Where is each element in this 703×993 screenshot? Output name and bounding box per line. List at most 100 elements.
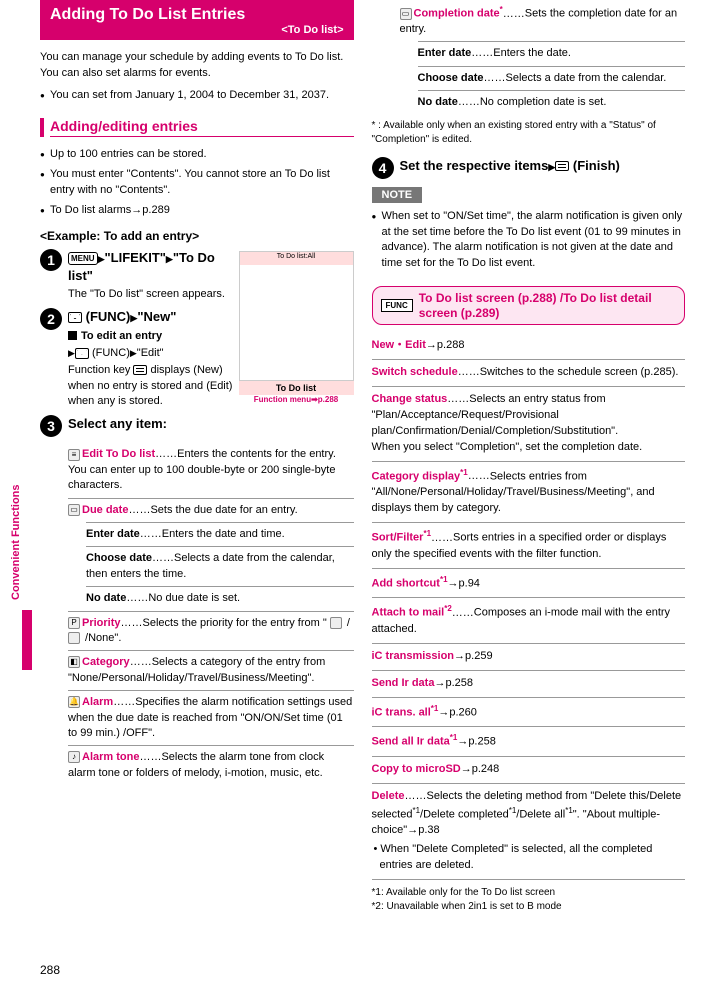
item-no-date-2: No date No completion date is set. bbox=[418, 90, 686, 114]
square-bullet-icon bbox=[68, 331, 77, 340]
item-choose-date: Choose dateSelects a date from the calen… bbox=[86, 546, 354, 586]
step-1-body: The "To Do list" screen appears. bbox=[68, 287, 233, 302]
item-no-date-title: No date bbox=[86, 592, 126, 604]
fn-sendir-ref: →p.258 bbox=[434, 677, 473, 689]
step4-text-b: (Finish) bbox=[573, 158, 620, 173]
dots-icon bbox=[452, 607, 474, 619]
step-4-title: Set the respective items (Finish) bbox=[400, 157, 686, 175]
item-alarm-tone: ♪Alarm toneSelects the alarm tone from c… bbox=[68, 745, 354, 785]
dots-icon bbox=[431, 532, 453, 544]
fn-shortcut-title: Add shortcut bbox=[372, 577, 440, 589]
fn-ictrans-title: iC transmission bbox=[372, 650, 455, 662]
side-tab-label: Convenient Functions bbox=[10, 485, 22, 601]
sub-bullet-2: You must enter "Contents". You cannot st… bbox=[40, 167, 354, 199]
dots-icon bbox=[130, 656, 152, 668]
dots-icon bbox=[458, 366, 480, 378]
dots-icon bbox=[468, 470, 490, 482]
dots-icon bbox=[126, 592, 148, 604]
fn-new-edit: New・Edit→p.288 bbox=[372, 333, 686, 360]
item-priority-desc-a: Selects the priority for the entry from … bbox=[143, 617, 330, 629]
fn-new-edit-title: New・Edit bbox=[372, 339, 426, 351]
fn-delete-title: Delete bbox=[372, 790, 405, 802]
fn-delete-sub-text: When "Delete Completed" is selected, all… bbox=[380, 843, 653, 871]
fn-sort-star: *1 bbox=[423, 529, 431, 538]
fn-icall-title: iC trans. all bbox=[372, 706, 431, 718]
dots-icon bbox=[405, 790, 427, 802]
dots-icon bbox=[484, 72, 506, 84]
fn-delete-s3: *1 bbox=[565, 806, 573, 815]
dots-icon bbox=[447, 393, 469, 405]
step2-editfunc: (FUNC) bbox=[92, 347, 130, 359]
fn-sort-title: Sort/Filter bbox=[372, 532, 424, 544]
fn-delete-d2: /Delete completed bbox=[420, 808, 509, 820]
fn-send-ir: Send Ir data→p.258 bbox=[372, 671, 686, 698]
dots-icon bbox=[155, 448, 177, 460]
dots-icon bbox=[471, 47, 493, 59]
left-column: Adding To Do List Entries <To Do list> Y… bbox=[40, 0, 354, 975]
item-edit-todo: ≡Edit To Do listEnters the contents for … bbox=[68, 443, 354, 497]
fn-sendir-title: Send Ir data bbox=[372, 677, 435, 689]
item-due-date: ▭Due dateSets the due date for an entry. bbox=[68, 498, 354, 522]
fn-catdisp-star: *1 bbox=[460, 468, 468, 477]
item-enter-date-title: Enter date bbox=[86, 528, 140, 540]
fn-change-status: Change statusSelects an entry status fro… bbox=[372, 387, 686, 462]
fn-switch-schedule: Switch scheduleSwitches to the schedule … bbox=[372, 360, 686, 387]
fn-icall-ref: →p.260 bbox=[438, 706, 477, 718]
right-column: ▭Completion date*Sets the completion dat… bbox=[372, 0, 686, 975]
step-2-title: (FUNC)"New" bbox=[68, 308, 233, 326]
item-no-date-desc: No due date is set. bbox=[148, 592, 240, 604]
footnote-1: *1: Available only for the To Do list sc… bbox=[372, 886, 686, 900]
screenshot-titlebar: To Do list:All bbox=[277, 253, 316, 260]
priority-high-icon bbox=[330, 617, 342, 629]
step2-new: "New" bbox=[137, 309, 176, 324]
item-enter-date2-title: Enter date bbox=[418, 47, 472, 59]
item-category: ◧CategorySelects a category of the entry… bbox=[68, 650, 354, 690]
fn-sendirall-ref: →p.258 bbox=[457, 736, 496, 748]
alarm-icon: 🔔 bbox=[68, 696, 80, 708]
category-icon: ◧ bbox=[68, 656, 80, 668]
item-no-date: No date No due date is set. bbox=[86, 586, 354, 610]
dots-icon bbox=[152, 552, 174, 564]
fn-attach-mail: Attach to mail*2Composes an i-mode mail … bbox=[372, 598, 686, 644]
fn-change-title: Change status bbox=[372, 393, 448, 405]
subsection-title: Adding/editing entries bbox=[50, 118, 354, 137]
footnote-2: *2: Unavailable when 2in1 is set to B mo… bbox=[372, 900, 686, 914]
fn-copysd-ref: →p.248 bbox=[461, 763, 500, 775]
step-2-body: Function key displays (New) when no entr… bbox=[68, 363, 233, 409]
step2-edit-label: To edit an entry bbox=[81, 330, 162, 342]
mail-key-icon bbox=[75, 348, 89, 359]
intro-text: You can manage your schedule by adding e… bbox=[40, 50, 354, 82]
fn-delete-sub: • When "Delete Completed" is selected, a… bbox=[372, 842, 686, 874]
triangle-icon bbox=[68, 347, 75, 359]
intro-bullet-1: You can set from January 1, 2004 to Dece… bbox=[40, 88, 354, 104]
item-no-date2-title: No date bbox=[418, 96, 458, 108]
function-key-icon bbox=[133, 365, 147, 375]
fn-shortcut-star: *1 bbox=[440, 575, 448, 584]
section-title: Adding To Do List Entries bbox=[50, 6, 344, 24]
step-number-1: 1 bbox=[40, 249, 62, 271]
step-1-title: MENU"LIFEKIT""To Do list" bbox=[68, 249, 233, 285]
step-2: 2 (FUNC)"New" To edit an entry (FUNC)"Ed… bbox=[40, 308, 233, 409]
priority-low-icon bbox=[68, 632, 80, 644]
step2-body-a: Function key bbox=[68, 364, 133, 376]
subsection-header: Adding/editing entries bbox=[40, 118, 354, 137]
note-label: NOTE bbox=[372, 187, 423, 203]
screenshot-caption-2: Function menu➡p.288 bbox=[239, 395, 354, 404]
dots-icon bbox=[503, 8, 525, 20]
step-2-edit-action: (FUNC) "Edit" bbox=[68, 346, 233, 361]
item-enter-date-2: Enter date Enters the date. bbox=[418, 41, 686, 65]
menu-key-icon: MENU bbox=[68, 252, 98, 265]
function-key-icon bbox=[555, 161, 569, 171]
item-alarm: 🔔AlarmSpecifies the alarm notification s… bbox=[68, 690, 354, 745]
step-1: 1 MENU"LIFEKIT""To Do list" The "To Do l… bbox=[40, 249, 233, 303]
screenshot-image: To Do list:All bbox=[239, 251, 354, 381]
item-alarm-tone-title: Alarm tone bbox=[82, 751, 139, 763]
item-no-date2-desc: No completion date is set. bbox=[480, 96, 607, 108]
item-choose-date-2: Choose dateSelects a date from the calen… bbox=[418, 66, 686, 90]
item-category-title: Category bbox=[82, 656, 130, 668]
item-priority-title: Priority bbox=[82, 617, 121, 629]
date-icon: ▭ bbox=[68, 504, 80, 516]
sub-bullet-3: To Do list alarms→p.289 bbox=[40, 203, 354, 219]
item-enter-date2-desc: Enters the date. bbox=[493, 47, 571, 59]
step2-edit: "Edit" bbox=[137, 347, 164, 359]
